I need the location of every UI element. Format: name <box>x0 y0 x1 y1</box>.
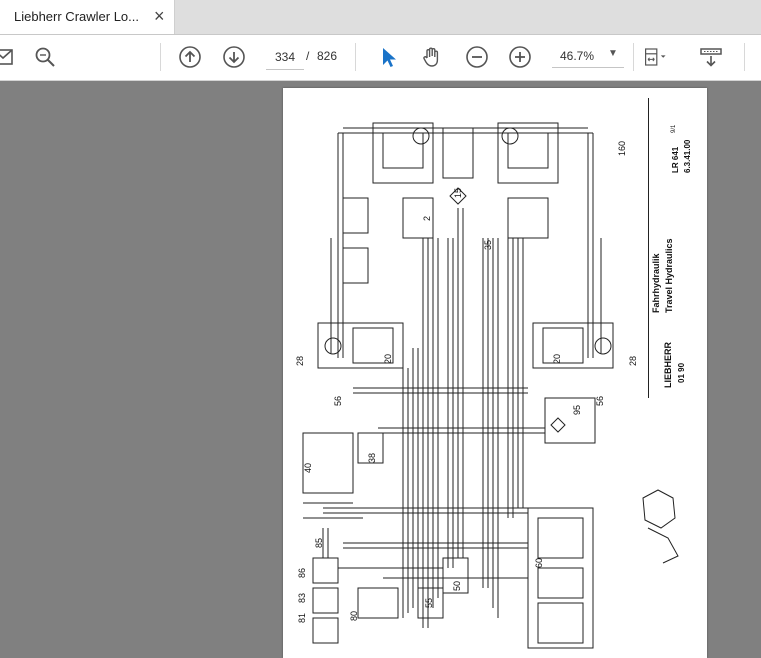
svg-text:160: 160 <box>617 141 627 156</box>
page-down-icon[interactable] <box>222 45 246 69</box>
svg-text:20: 20 <box>383 354 393 364</box>
svg-text:80: 80 <box>349 611 359 621</box>
document-date: 01 90 <box>677 362 686 383</box>
brand-logo: LIEBHERR <box>663 341 673 388</box>
page-number-input[interactable] <box>266 45 304 70</box>
chevron-down-icon: ▼ <box>608 48 618 59</box>
zoom-in-icon[interactable] <box>508 45 532 69</box>
tab-title: Liebherr Crawler Lo... <box>14 9 139 24</box>
svg-text:95: 95 <box>572 405 582 415</box>
document-number: 6.3.41.00 <box>683 139 692 173</box>
svg-text:60: 60 <box>534 558 544 568</box>
document-viewport[interactable]: 28 28 20 20 56 56 95 40 38 85 86 83 81 8… <box>0 81 761 658</box>
tab-bar: Liebherr Crawler Lo... × <box>0 0 761 35</box>
svg-text:28: 28 <box>295 356 305 366</box>
svg-text:35: 35 <box>483 240 493 250</box>
close-tab-icon[interactable]: × <box>154 6 165 26</box>
zoom-out-icon[interactable] <box>465 45 489 69</box>
document-tab[interactable]: Liebherr Crawler Lo... × <box>0 0 175 34</box>
svg-text:85: 85 <box>314 538 324 548</box>
svg-text:38: 38 <box>367 453 377 463</box>
svg-text:86: 86 <box>297 568 307 578</box>
model-number: LR 641 <box>671 146 680 173</box>
svg-text:28: 28 <box>628 356 638 366</box>
pdf-page: 28 28 20 20 56 56 95 40 38 85 86 83 81 8… <box>283 88 707 658</box>
page-separator: / <box>306 49 310 63</box>
toolbar-divider <box>744 43 745 71</box>
svg-text:40: 40 <box>303 463 313 473</box>
svg-text:15: 15 <box>453 188 463 198</box>
read-mode-icon[interactable] <box>699 45 723 69</box>
title-block: Fahrhydraulik Travel Hydraulics LR 641 9… <box>648 98 701 398</box>
toolbar-divider <box>160 43 161 71</box>
title-german: Fahrhydraulik <box>651 253 661 313</box>
svg-text:50: 50 <box>452 581 462 591</box>
hand-tool-icon[interactable] <box>420 45 444 69</box>
toolbar-divider <box>355 43 356 71</box>
fit-page-icon[interactable] <box>644 45 668 69</box>
pdf-toolbar: / 826 46.7% ▼ <box>0 35 761 81</box>
svg-text:55: 55 <box>424 598 434 608</box>
zoom-value: 46.7% <box>560 49 595 63</box>
page-total: 826 <box>317 49 338 63</box>
title-english: Travel Hydraulics <box>664 238 674 313</box>
svg-text:2: 2 <box>422 216 432 221</box>
svg-text:83: 83 <box>297 593 307 603</box>
svg-text:81: 81 <box>297 613 307 623</box>
toolbar-divider <box>633 43 634 71</box>
hydraulic-schematic: 28 28 20 20 56 56 95 40 38 85 86 83 81 8… <box>295 122 679 649</box>
select-pointer-icon[interactable] <box>377 45 401 69</box>
email-icon[interactable] <box>0 45 16 69</box>
model-suffix: 9/1 <box>671 124 677 133</box>
svg-text:20: 20 <box>552 354 562 364</box>
zoom-select[interactable]: 46.7% ▼ <box>552 45 624 68</box>
search-icon[interactable] <box>33 45 57 69</box>
svg-text:56: 56 <box>333 396 343 406</box>
page-up-icon[interactable] <box>178 45 202 69</box>
svg-text:56: 56 <box>595 396 605 406</box>
